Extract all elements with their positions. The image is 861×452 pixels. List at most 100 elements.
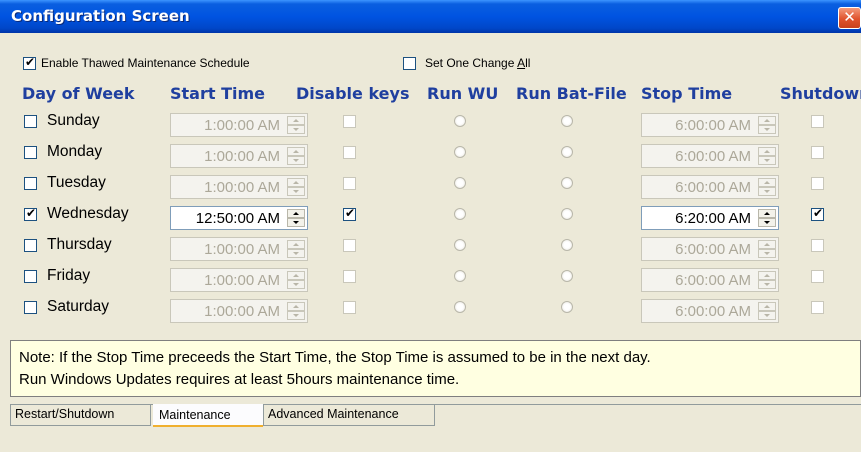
stop-time-spinner[interactable] — [758, 240, 776, 258]
start-time-spinner[interactable] — [287, 240, 305, 258]
stop-time-spinner[interactable] — [758, 302, 776, 320]
day-checkbox-friday[interactable] — [24, 270, 37, 283]
run-wu-radio[interactable] — [454, 270, 466, 282]
stop-time-field[interactable]: 6:20:00 AM — [641, 206, 779, 230]
spin-up-button[interactable] — [287, 178, 305, 187]
run-wu-radio[interactable] — [454, 208, 466, 220]
spin-up-button[interactable] — [758, 147, 776, 156]
start-time-field[interactable]: 1:00:00 AM — [170, 113, 308, 137]
set-one-change-all-checkbox[interactable] — [403, 57, 416, 70]
spin-up-button[interactable] — [758, 178, 776, 187]
day-checkbox-tuesday[interactable] — [24, 177, 37, 190]
run-bat-file-radio[interactable] — [561, 270, 573, 282]
spin-up-button[interactable] — [287, 147, 305, 156]
run-bat-file-radio[interactable] — [561, 208, 573, 220]
disable-keys-checkbox[interactable] — [343, 115, 356, 128]
day-checkbox-wednesday[interactable]: ✔ — [24, 206, 37, 221]
disable-keys-checkbox[interactable] — [343, 239, 356, 252]
spin-down-button[interactable] — [287, 156, 305, 165]
shutdown-checkbox[interactable] — [811, 177, 824, 190]
spin-down-button[interactable] — [758, 249, 776, 258]
day-checkbox-sunday[interactable] — [24, 115, 37, 128]
stop-time-spinner[interactable] — [758, 116, 776, 134]
tab-advanced-maintenance[interactable]: Advanced Maintenance — [263, 405, 435, 426]
spin-up-button[interactable] — [287, 209, 305, 218]
spin-up-button[interactable] — [758, 116, 776, 125]
tab-restart-shutdown[interactable]: Restart/Shutdown — [10, 405, 151, 426]
start-time-spinner[interactable] — [287, 178, 305, 196]
arrow-down-icon — [764, 221, 770, 224]
spin-down-button[interactable] — [758, 125, 776, 134]
run-wu-radio[interactable] — [454, 146, 466, 158]
run-wu-radio[interactable] — [454, 301, 466, 313]
title-bar[interactable]: Configuration Screen ✕ — [0, 0, 861, 33]
day-checkbox-saturday[interactable] — [24, 301, 37, 314]
spin-down-button[interactable] — [758, 187, 776, 196]
spin-up-button[interactable] — [287, 240, 305, 249]
shutdown-checkbox[interactable] — [811, 239, 824, 252]
day-checkbox-monday[interactable] — [24, 146, 37, 159]
spin-down-button[interactable] — [287, 249, 305, 258]
spin-up-button[interactable] — [287, 271, 305, 280]
enable-thawed-checkbox[interactable]: ✔ — [23, 55, 36, 70]
run-bat-file-radio[interactable] — [561, 301, 573, 313]
stop-time-spinner[interactable] — [758, 178, 776, 196]
spin-down-button[interactable] — [287, 311, 305, 320]
start-time-spinner[interactable] — [287, 147, 305, 165]
stop-time-field[interactable]: 6:00:00 AM — [641, 268, 779, 292]
spin-down-button[interactable] — [758, 156, 776, 165]
spin-down-button[interactable] — [287, 218, 305, 227]
spin-up-button[interactable] — [758, 240, 776, 249]
disable-keys-checkbox[interactable] — [343, 270, 356, 283]
disable-keys-checkbox[interactable] — [343, 301, 356, 314]
shutdown-checkbox[interactable] — [811, 115, 824, 128]
stop-time-field[interactable]: 6:00:00 AM — [641, 175, 779, 199]
start-time-field[interactable]: 1:00:00 AM — [170, 144, 308, 168]
start-time-spinner[interactable] — [287, 271, 305, 289]
stop-time-field[interactable]: 6:00:00 AM — [641, 299, 779, 323]
stop-time-spinner[interactable] — [758, 147, 776, 165]
day-checkbox-thursday[interactable] — [24, 239, 37, 252]
spin-up-button[interactable] — [287, 302, 305, 311]
spin-down-button[interactable] — [287, 280, 305, 289]
stop-time-field[interactable]: 6:00:00 AM — [641, 237, 779, 261]
run-bat-file-radio[interactable] — [561, 146, 573, 158]
run-bat-file-radio[interactable] — [561, 239, 573, 251]
start-time-field[interactable]: 12:50:00 AM — [170, 206, 308, 230]
shutdown-checkbox[interactable]: ✔ — [811, 206, 824, 221]
start-time-spinner[interactable] — [287, 302, 305, 320]
start-time-field[interactable]: 1:00:00 AM — [170, 299, 308, 323]
start-time-spinner[interactable] — [287, 116, 305, 134]
disable-keys-checkbox[interactable] — [343, 146, 356, 159]
start-time-field[interactable]: 1:00:00 AM — [170, 237, 308, 261]
close-button[interactable]: ✕ — [838, 7, 861, 29]
spin-up-button[interactable] — [287, 116, 305, 125]
run-wu-radio[interactable] — [454, 239, 466, 251]
spin-down-button[interactable] — [758, 280, 776, 289]
shutdown-checkbox[interactable] — [811, 270, 824, 283]
stop-time-spinner[interactable] — [758, 209, 776, 227]
spin-up-button[interactable] — [758, 271, 776, 280]
shutdown-checkbox[interactable] — [811, 146, 824, 159]
spin-down-button[interactable] — [758, 311, 776, 320]
run-bat-file-radio[interactable] — [561, 115, 573, 127]
run-bat-file-radio[interactable] — [561, 177, 573, 189]
spin-down-button[interactable] — [287, 125, 305, 134]
spin-down-button[interactable] — [758, 218, 776, 227]
run-wu-radio[interactable] — [454, 115, 466, 127]
tab-maintenance[interactable]: Maintenance — [153, 404, 263, 427]
shutdown-checkbox[interactable] — [811, 301, 824, 314]
spin-up-button[interactable] — [758, 209, 776, 218]
disable-keys-checkbox[interactable] — [343, 177, 356, 190]
run-wu-radio[interactable] — [454, 177, 466, 189]
stop-time-spinner[interactable] — [758, 271, 776, 289]
start-time-field[interactable]: 1:00:00 AM — [170, 175, 308, 199]
stop-time-field[interactable]: 6:00:00 AM — [641, 144, 779, 168]
start-time-field[interactable]: 1:00:00 AM — [170, 268, 308, 292]
check-icon: ✔ — [345, 206, 356, 220]
spin-down-button[interactable] — [287, 187, 305, 196]
start-time-spinner[interactable] — [287, 209, 305, 227]
disable-keys-checkbox[interactable]: ✔ — [343, 206, 356, 221]
stop-time-field[interactable]: 6:00:00 AM — [641, 113, 779, 137]
spin-up-button[interactable] — [758, 302, 776, 311]
